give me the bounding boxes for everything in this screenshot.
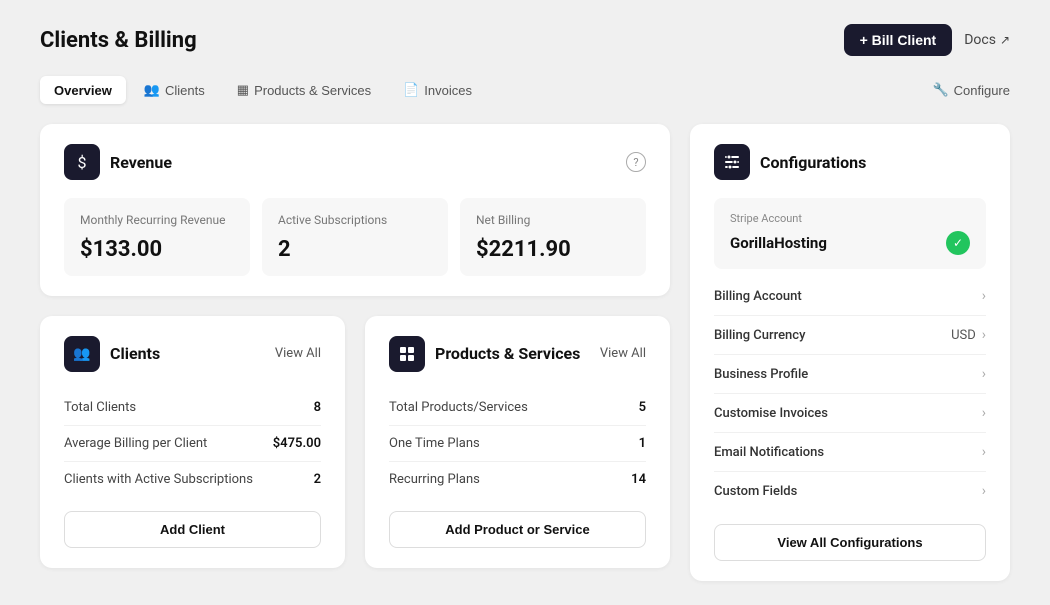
main-grid: $ Revenue ? Monthly Recurring Revenue $1… bbox=[40, 124, 1010, 581]
products-title: Products & Services bbox=[435, 344, 580, 363]
help-icon[interactable]: ? bbox=[626, 152, 646, 172]
external-link-icon: ↗ bbox=[1000, 33, 1010, 47]
products-card-header: Products & Services View All bbox=[389, 336, 646, 372]
stat-mrr-value: $133.00 bbox=[80, 237, 234, 262]
config-row-email-notifications[interactable]: Email Notifications › bbox=[714, 433, 986, 472]
stripe-account-label: Stripe Account bbox=[730, 212, 970, 225]
clients-row-avg-billing: Average Billing per Client $475.00 bbox=[64, 426, 321, 462]
docs-link[interactable]: Docs ↗ bbox=[964, 32, 1010, 48]
stat-mrr: Monthly Recurring Revenue $133.00 bbox=[64, 198, 250, 276]
stat-net-billing: Net Billing $2211.90 bbox=[460, 198, 646, 276]
revenue-title: Revenue bbox=[110, 153, 172, 172]
config-card-header: Configurations bbox=[714, 144, 986, 180]
clients-row-total: Total Clients 8 bbox=[64, 390, 321, 426]
clients-row-active-subs: Clients with Active Subscriptions 2 bbox=[64, 462, 321, 497]
left-column: $ Revenue ? Monthly Recurring Revenue $1… bbox=[40, 124, 670, 581]
stat-net-value: $2211.90 bbox=[476, 237, 630, 262]
add-product-button[interactable]: Add Product or Service bbox=[389, 511, 646, 548]
products-icon bbox=[389, 336, 425, 372]
config-row-billing-account[interactable]: Billing Account › bbox=[714, 277, 986, 316]
clients-title-group: 👥 Clients bbox=[64, 336, 160, 372]
products-row-recurring: Recurring Plans 14 bbox=[389, 462, 646, 497]
products-row-one-time: One Time Plans 1 bbox=[389, 426, 646, 462]
clients-card: 👥 Clients View All Total Clients 8 Avera… bbox=[40, 316, 345, 568]
nav-bar: Overview 👥 Clients ▦ Products & Services… bbox=[40, 76, 1010, 104]
tab-products-services[interactable]: ▦ Products & Services bbox=[223, 76, 385, 104]
docs-label: Docs bbox=[964, 32, 996, 48]
stripe-name-row: GorillaHosting ✓ bbox=[730, 231, 970, 255]
stripe-account-name: GorillaHosting bbox=[730, 234, 827, 252]
verified-icon: ✓ bbox=[946, 231, 970, 255]
tab-overview[interactable]: Overview bbox=[40, 76, 126, 104]
configure-button[interactable]: 🔧 Configure bbox=[932, 82, 1010, 98]
products-view-all-link[interactable]: View All bbox=[600, 346, 646, 361]
clients-view-all-link[interactable]: View All bbox=[275, 346, 321, 361]
page-header: Clients & Billing + Bill Client Docs ↗ bbox=[40, 24, 1010, 56]
chevron-icon-business-profile: › bbox=[982, 366, 986, 382]
page-title: Clients & Billing bbox=[40, 28, 197, 53]
stat-subscriptions: Active Subscriptions 2 bbox=[262, 198, 448, 276]
clients-icon: 👥 bbox=[64, 336, 100, 372]
revenue-title-group: $ Revenue bbox=[64, 144, 172, 180]
header-actions: + Bill Client Docs ↗ bbox=[844, 24, 1010, 56]
clients-rows: Total Clients 8 Average Billing per Clie… bbox=[64, 390, 321, 497]
bottom-grid: 👥 Clients View All Total Clients 8 Avera… bbox=[40, 316, 670, 568]
stat-subs-value: 2 bbox=[278, 237, 432, 262]
stat-net-label: Net Billing bbox=[476, 212, 630, 229]
config-row-customise-invoices[interactable]: Customise Invoices › bbox=[714, 394, 986, 433]
stat-mrr-label: Monthly Recurring Revenue bbox=[80, 212, 234, 229]
nav-tabs: Overview 👥 Clients ▦ Products & Services… bbox=[40, 76, 486, 104]
tab-clients[interactable]: 👥 Clients bbox=[130, 76, 219, 104]
bill-client-button[interactable]: + Bill Client bbox=[844, 24, 953, 56]
clients-card-header: 👥 Clients View All bbox=[64, 336, 321, 372]
tab-invoices[interactable]: 📄 Invoices bbox=[389, 76, 486, 104]
grid-nav-icon: ▦ bbox=[237, 82, 249, 98]
stripe-account-box: Stripe Account GorillaHosting ✓ bbox=[714, 198, 986, 269]
products-rows: Total Products/Services 5 One Time Plans… bbox=[389, 390, 646, 497]
revenue-icon: $ bbox=[64, 144, 100, 180]
config-row-business-profile[interactable]: Business Profile › bbox=[714, 355, 986, 394]
clients-title: Clients bbox=[110, 344, 160, 363]
config-rows: Billing Account › Billing Currency USD ›… bbox=[714, 277, 986, 510]
config-title: Configurations bbox=[760, 153, 866, 172]
add-client-button[interactable]: Add Client bbox=[64, 511, 321, 548]
config-row-billing-currency[interactable]: Billing Currency USD › bbox=[714, 316, 986, 355]
wrench-icon: 🔧 bbox=[932, 82, 948, 98]
chevron-icon-billing-account: › bbox=[982, 288, 986, 304]
stat-subs-label: Active Subscriptions bbox=[278, 212, 432, 229]
products-card: Products & Services View All Total Produ… bbox=[365, 316, 670, 568]
products-row-total: Total Products/Services 5 bbox=[389, 390, 646, 426]
config-row-custom-fields[interactable]: Custom Fields › bbox=[714, 472, 986, 510]
revenue-card: $ Revenue ? Monthly Recurring Revenue $1… bbox=[40, 124, 670, 296]
chevron-icon-customise-invoices: › bbox=[982, 405, 986, 421]
configurations-card: Configurations Stripe Account GorillaHos… bbox=[690, 124, 1010, 581]
chevron-icon-billing-currency: › bbox=[982, 327, 986, 343]
config-title-group: Configurations bbox=[714, 144, 866, 180]
chevron-icon-email-notifications: › bbox=[982, 444, 986, 460]
document-nav-icon: 📄 bbox=[403, 82, 419, 98]
products-title-group: Products & Services bbox=[389, 336, 580, 372]
view-all-configurations-button[interactable]: View All Configurations bbox=[714, 524, 986, 561]
config-icon bbox=[714, 144, 750, 180]
revenue-stats: Monthly Recurring Revenue $133.00 Active… bbox=[64, 198, 646, 276]
clients-nav-icon: 👥 bbox=[144, 82, 160, 98]
revenue-card-header: $ Revenue ? bbox=[64, 144, 646, 180]
chevron-icon-custom-fields: › bbox=[982, 483, 986, 499]
